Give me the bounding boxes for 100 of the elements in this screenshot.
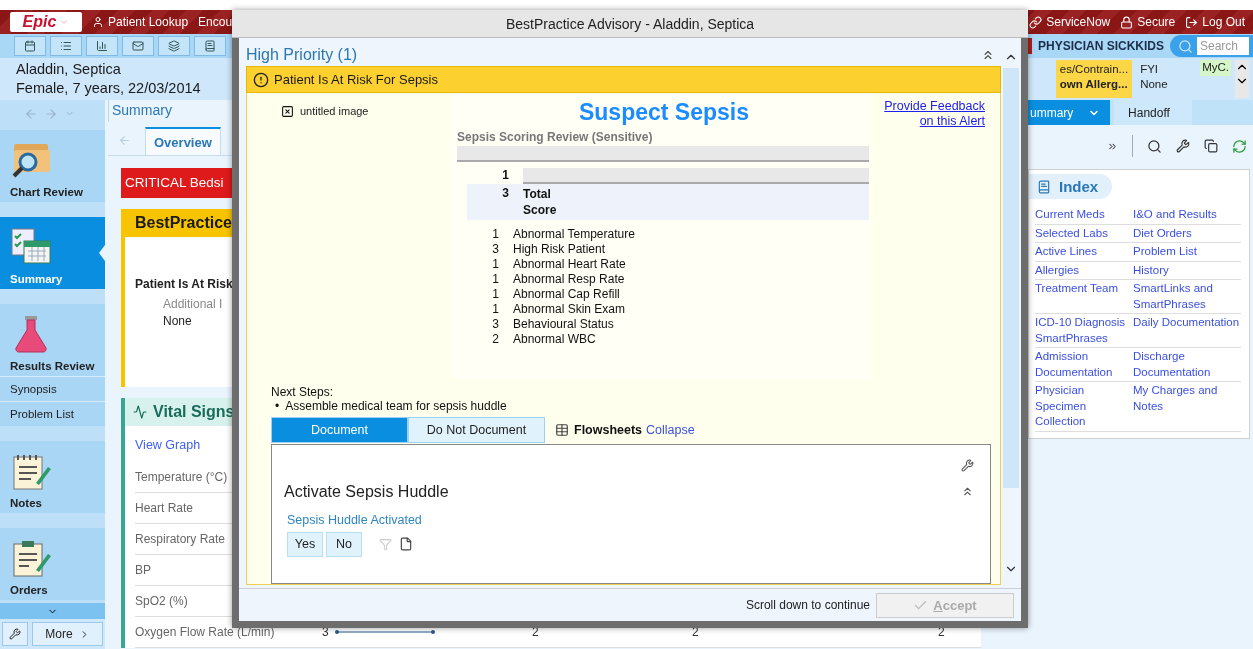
table-cell-text: 2 <box>491 332 499 347</box>
index-link[interactable]: Physician Specimen Collection <box>1035 383 1133 430</box>
menu-link[interactable]: Encou <box>198 15 233 29</box>
menu-link[interactable]: Patient Lookup <box>92 15 189 29</box>
mychart-badge[interactable]: MyC. <box>1200 60 1231 76</box>
alert-label: Patient Is At Risk <box>135 277 233 291</box>
sidebar-item[interactable]: Problem List <box>0 401 105 426</box>
envelope-icon <box>132 40 144 52</box>
caret-icon <box>59 17 70 27</box>
alert-subheading: Sepsis Scoring Review (Sensitive) <box>457 130 654 144</box>
alert-title: Patient Is At Risk For Sepsis <box>274 72 438 87</box>
warning-icon <box>253 71 269 88</box>
document-icon[interactable] <box>399 537 413 552</box>
top-action-link[interactable]: ServiceNow <box>1029 15 1111 29</box>
table-cell-text: 1 <box>491 287 499 302</box>
tab[interactable]: Overview <box>145 127 221 155</box>
person-list-button[interactable] <box>50 36 82 56</box>
list-button[interactable] <box>194 36 226 56</box>
index-link[interactable]: History <box>1133 262 1245 278</box>
index-link[interactable]: Admission Documentation <box>1035 349 1133 380</box>
index-link[interactable]: Daily Documentation <box>1133 315 1245 346</box>
windows-button[interactable] <box>158 36 190 56</box>
sidebar-item[interactable]: Results Review <box>0 304 105 376</box>
bullet: • <box>275 398 280 413</box>
allergy-badge[interactable]: es/Contrain... own Allerg... <box>1055 60 1133 98</box>
search-icon <box>1178 38 1193 54</box>
refresh-icon[interactable] <box>1232 138 1247 154</box>
index-title: Index <box>1029 174 1113 199</box>
index-link[interactable]: Diet Orders <box>1133 225 1245 241</box>
logout-icon <box>1185 15 1199 29</box>
epic-logo[interactable]: Epic <box>10 12 82 32</box>
tab[interactable]: ummary <box>1028 100 1110 125</box>
option-button[interactable]: Yes <box>287 531 323 557</box>
envelope-button[interactable] <box>122 36 154 56</box>
form-title: Activate Sepsis Huddle <box>284 482 449 501</box>
index-link[interactable]: Active Lines <box>1035 244 1133 260</box>
sidebar-item[interactable]: Summary <box>0 217 105 289</box>
table-cell-text: 3 <box>491 317 499 332</box>
question-label: Sepsis Huddle Activated <box>287 512 423 527</box>
book-icon <box>1037 179 1051 194</box>
table-cell-text: Abnormal Resp Rate <box>513 272 626 287</box>
image-alt-text: untitled image <box>300 105 369 117</box>
pulse-icon <box>133 405 147 419</box>
settings-button[interactable] <box>2 622 28 646</box>
chart-button[interactable] <box>86 36 118 56</box>
index-link[interactable]: Problem List <box>1133 244 1245 260</box>
calendar-button[interactable] <box>14 36 46 56</box>
sidebar-item[interactable]: Synopsis <box>0 376 105 401</box>
table-cell-text: Abnormal Heart Rate <box>513 257 627 272</box>
vital-label: SpO2 (%) <box>135 594 188 608</box>
index-link[interactable]: My Charges and Notes <box>1133 383 1245 430</box>
search-icon[interactable] <box>1147 138 1162 154</box>
windows-icon <box>168 40 180 52</box>
index-link[interactable]: Treatment Team <box>1035 281 1133 312</box>
more-button[interactable]: More <box>32 622 103 646</box>
next-step: Assemble medical team for sepsis huddle <box>279 398 507 413</box>
table-cell-text: Abnormal Skin Exam <box>513 302 627 317</box>
index-link[interactable]: Discharge Documentation <box>1133 349 1245 380</box>
index-link[interactable]: ICD-10 Diagnosis SmartPhrases <box>1035 315 1133 346</box>
person-icon <box>92 16 104 28</box>
collapse-icon[interactable] <box>981 48 995 62</box>
calendar-checklist-icon <box>10 227 54 267</box>
patient-details: Female, 7 years, 22/03/2014 <box>16 79 201 98</box>
top-action-link[interactable]: Secure <box>1120 15 1176 29</box>
table-cell-text: 1 <box>491 272 499 287</box>
dialog-title: BestPractice Advisory - Aladdin, Septica <box>232 10 1028 38</box>
fyi-badge[interactable]: FYI None <box>1136 60 1189 98</box>
broken-image-icon <box>281 105 294 118</box>
table-cell-text: 3 <box>491 242 499 257</box>
index-link[interactable]: I&O and Results <box>1133 207 1245 223</box>
top-action-link[interactable]: Log Out <box>1185 15 1245 29</box>
table-icon <box>555 422 569 437</box>
sidebar-item[interactable]: Orders <box>0 528 105 600</box>
index-link[interactable]: Allergies <box>1035 262 1133 278</box>
chart-icon <box>96 40 108 52</box>
clipboard-icon <box>10 538 54 578</box>
department-label: PHYSICIAN SICKKIDS <box>1037 39 1164 53</box>
table-cell-text: Abnormal WBC <box>513 332 597 347</box>
action-button[interactable]: Do Not Document <box>408 416 545 443</box>
wrench-icon[interactable] <box>961 458 974 472</box>
option-button[interactable]: No <box>326 531 362 557</box>
section-title: High Priority (1) <box>246 46 358 64</box>
sidebar-item[interactable]: Notes <box>0 441 105 513</box>
vital-label: BP <box>135 563 151 577</box>
index-link[interactable]: SmartLinks and SmartPhrases <box>1133 281 1245 312</box>
action-button[interactable]: Document <box>271 416 408 443</box>
vital-label: Temperature (°C) <box>135 470 228 484</box>
table-cell-text: 1 <box>491 257 499 272</box>
tab[interactable]: Handoff <box>1114 100 1192 125</box>
wrench-icon <box>9 628 21 640</box>
copy-icon[interactable] <box>1204 139 1218 153</box>
index-link[interactable]: Current Meds <box>1035 207 1133 223</box>
info-value: None <box>162 314 192 328</box>
wrench-icon[interactable] <box>1176 139 1190 153</box>
search-field[interactable]: Search <box>1170 35 1253 57</box>
sidebar-item[interactable]: Chart Review <box>0 130 105 202</box>
table-cell-text: Abnormal Cap Refill <box>513 287 621 302</box>
table-cell-text: Behavioural Status <box>513 317 615 332</box>
index-link[interactable]: Selected Labs <box>1035 225 1133 241</box>
lock-icon <box>1120 15 1134 29</box>
